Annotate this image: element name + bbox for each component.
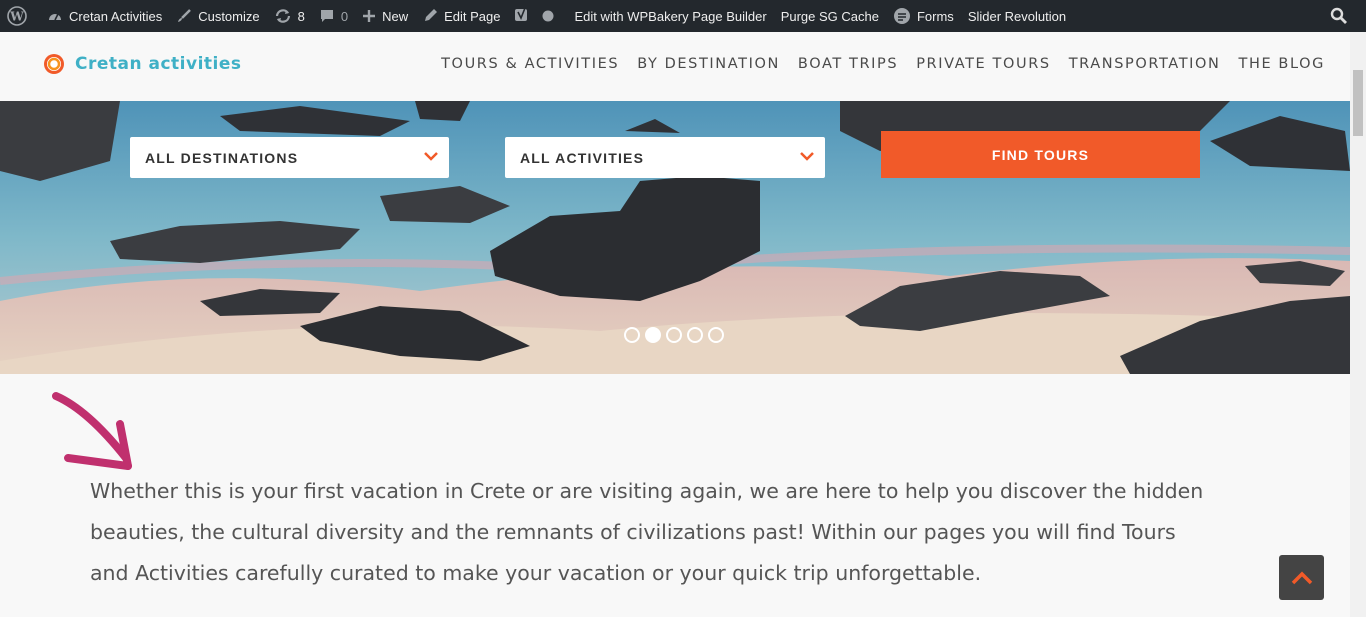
- brush-icon: [178, 9, 192, 22]
- plus-icon: [363, 10, 376, 22]
- yoast-icon: [515, 7, 528, 21]
- admin-search-icon[interactable]: [1330, 7, 1348, 28]
- activity-select-value: ALL ACTIVITIES: [520, 149, 645, 166]
- admin-site-name-label: Cretan Activities: [69, 8, 163, 24]
- pencil-icon: [425, 9, 438, 21]
- admin-updates[interactable]: 8: [267, 0, 312, 32]
- admin-edit-page[interactable]: Edit Page: [415, 0, 507, 32]
- chevron-down-icon: [424, 152, 438, 161]
- slider-dot-5[interactable]: [708, 327, 724, 343]
- back-to-top-button[interactable]: [1279, 555, 1324, 600]
- admin-purge-cache-label: Purge SG Cache: [780, 8, 879, 24]
- dashboard-icon: [49, 13, 61, 21]
- scrollbar-thumb[interactable]: [1353, 70, 1363, 136]
- admin-edit-page-label: Edit Page: [444, 8, 501, 24]
- admin-new[interactable]: New: [355, 0, 415, 32]
- slider-dot-4[interactable]: [687, 327, 703, 343]
- nav-boat-trips[interactable]: BOAT TRIPS: [798, 56, 898, 72]
- intro-line-3: and Activities carefully curated to make…: [90, 561, 982, 585]
- forms-icon: [893, 8, 910, 24]
- nav-tours-activities[interactable]: TOURS & ACTIVITIES: [441, 56, 619, 72]
- site-header: Cretan activities TOURS & ACTIVITIES BY …: [0, 32, 1350, 101]
- main-nav: TOURS & ACTIVITIES BY DESTINATION BOAT T…: [441, 56, 1325, 72]
- admin-wpbakery-label: Edit with WPBakery Page Builder: [574, 8, 767, 24]
- destination-select-value: ALL DESTINATIONS: [145, 149, 299, 166]
- admin-wpbakery[interactable]: Edit with WPBakery Page Builder: [567, 0, 773, 32]
- nav-transportation[interactable]: TRANSPORTATION: [1069, 56, 1221, 72]
- logo-text: Cretan activities: [75, 54, 242, 74]
- admin-purge-cache[interactable]: Purge SG Cache: [774, 0, 886, 32]
- activity-select[interactable]: ALL ACTIVITIES: [505, 137, 825, 178]
- admin-yoast[interactable]: [507, 0, 567, 32]
- admin-customize[interactable]: Customize: [169, 0, 266, 32]
- status-dot-icon: [542, 10, 554, 22]
- intro-line-2: beauties, the cultural diversity and the…: [90, 520, 1176, 544]
- svg-text:W: W: [9, 10, 24, 24]
- nav-the-blog[interactable]: THE BLOG: [1239, 56, 1326, 72]
- nav-private-tours[interactable]: PRIVATE TOURS: [916, 56, 1050, 72]
- admin-comments[interactable]: 0: [312, 0, 355, 32]
- wp-logo-icon[interactable]: W: [0, 0, 40, 32]
- admin-comments-count: 0: [340, 8, 349, 24]
- sun-logo-icon: [44, 54, 64, 74]
- chevron-up-icon: [1291, 571, 1312, 584]
- admin-new-label: New: [382, 8, 409, 24]
- admin-site-name[interactable]: Cretan Activities: [40, 0, 169, 32]
- site-logo[interactable]: Cretan activities: [42, 52, 242, 76]
- admin-slider-revolution[interactable]: Slider Revolution: [961, 0, 1073, 32]
- intro-line-1: Whether this is your first vacation in C…: [90, 479, 1204, 503]
- admin-updates-count: 8: [297, 8, 305, 24]
- annotation-arrow-icon: [52, 392, 132, 470]
- slider-dot-1[interactable]: [624, 327, 640, 343]
- admin-slider-revolution-label: Slider Revolution: [967, 8, 1067, 24]
- intro-paragraph: Whether this is your first vacation in C…: [90, 471, 1280, 594]
- chevron-down-icon: [800, 152, 814, 161]
- find-tours-button[interactable]: FIND TOURS: [881, 131, 1200, 178]
- comment-icon: [320, 10, 333, 22]
- updates-icon: [275, 9, 290, 23]
- admin-forms[interactable]: Forms: [886, 0, 961, 32]
- destination-select[interactable]: ALL DESTINATIONS: [130, 137, 449, 178]
- slider-dot-2[interactable]: [645, 327, 661, 343]
- page-scrollbar[interactable]: [1350, 32, 1366, 617]
- slider-dot-3[interactable]: [666, 327, 682, 343]
- admin-forms-label: Forms: [916, 8, 954, 24]
- slider-pagination: [624, 327, 724, 343]
- admin-bar: W Cretan Activities Customize 8 0 New Ed…: [0, 0, 1366, 32]
- hero-slider: ALL DESTINATIONS ALL ACTIVITIES FIND TOU…: [0, 101, 1350, 374]
- admin-customize-label: Customize: [198, 8, 260, 24]
- nav-by-destination[interactable]: BY DESTINATION: [637, 56, 780, 72]
